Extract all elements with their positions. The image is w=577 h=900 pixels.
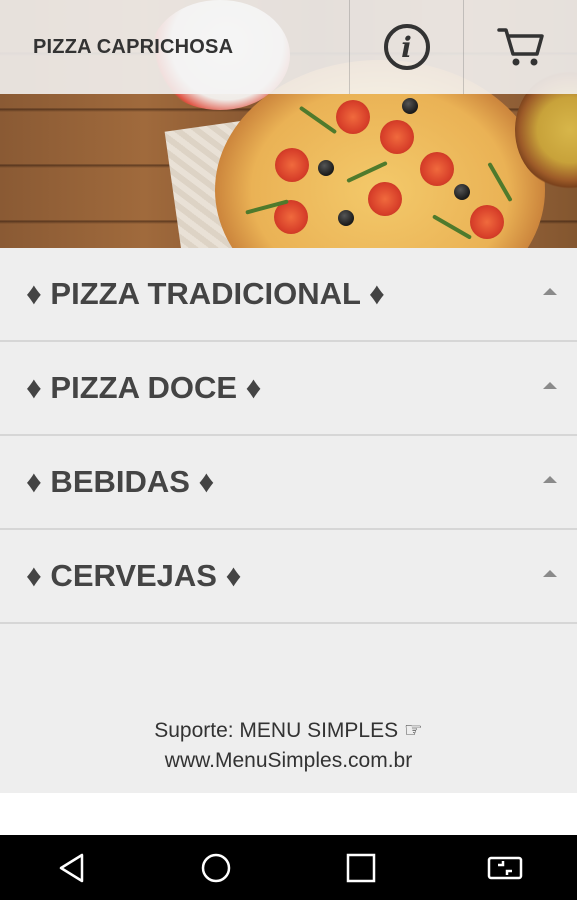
back-button[interactable]: [42, 843, 102, 893]
category-label: ♦ BEBIDAS ♦: [26, 464, 215, 499]
chevron-up-icon: [543, 476, 557, 483]
back-icon: [59, 853, 84, 882]
category-list: ♦ PIZZA TRADICIONAL ♦ ♦ PIZZA DOCE ♦ ♦ B…: [0, 248, 577, 793]
category-label: ♦ CERVEJAS ♦: [26, 558, 242, 593]
info-button[interactable]: i: [349, 0, 463, 94]
decor-topping: [368, 182, 402, 216]
category-pizza-doce[interactable]: ♦ PIZZA DOCE ♦: [0, 342, 577, 436]
info-icon: i: [383, 24, 430, 70]
category-pizza-tradicional[interactable]: ♦ PIZZA TRADICIONAL ♦: [0, 248, 577, 342]
home-button[interactable]: [186, 843, 246, 893]
chevron-up-icon: [543, 382, 557, 389]
app-bar: PIZZA CAPRICHOSA i: [0, 0, 577, 94]
screen-mirror-icon: [487, 856, 523, 879]
system-nav-bar: [0, 835, 577, 900]
decor-olive: [318, 160, 334, 176]
recents-button[interactable]: [331, 843, 391, 893]
hero-image: PIZZA CAPRICHOSA i: [0, 0, 577, 248]
decor-topping: [336, 100, 370, 134]
decor-olive: [402, 98, 418, 114]
recents-icon: [346, 853, 375, 882]
decor-topping: [275, 148, 309, 182]
decor-topping: [470, 205, 504, 239]
category-bebidas[interactable]: ♦ BEBIDAS ♦: [0, 436, 577, 530]
category-label: ♦ PIZZA TRADICIONAL ♦: [26, 276, 385, 311]
decor-topping: [420, 152, 454, 186]
support-footer: Suporte: MENU SIMPLES ☞ www.MenuSimples.…: [0, 716, 577, 776]
decor-olive: [338, 210, 354, 226]
category-label: ♦ PIZZA DOCE ♦: [26, 370, 262, 405]
cart-button[interactable]: [463, 0, 577, 94]
cart-icon: [496, 28, 544, 66]
decor-olive: [454, 184, 470, 200]
chevron-up-icon: [543, 288, 557, 295]
decor-topping: [380, 120, 414, 154]
support-url-link[interactable]: www.MenuSimples.com.br: [0, 746, 577, 776]
home-icon: [202, 853, 231, 882]
screen-mirror-button[interactable]: [475, 843, 535, 893]
support-text[interactable]: Suporte: MENU SIMPLES ☞: [0, 716, 577, 746]
app-title: PIZZA CAPRICHOSA: [33, 35, 234, 58]
category-cervejas[interactable]: ♦ CERVEJAS ♦: [0, 530, 577, 624]
chevron-up-icon: [543, 570, 557, 577]
